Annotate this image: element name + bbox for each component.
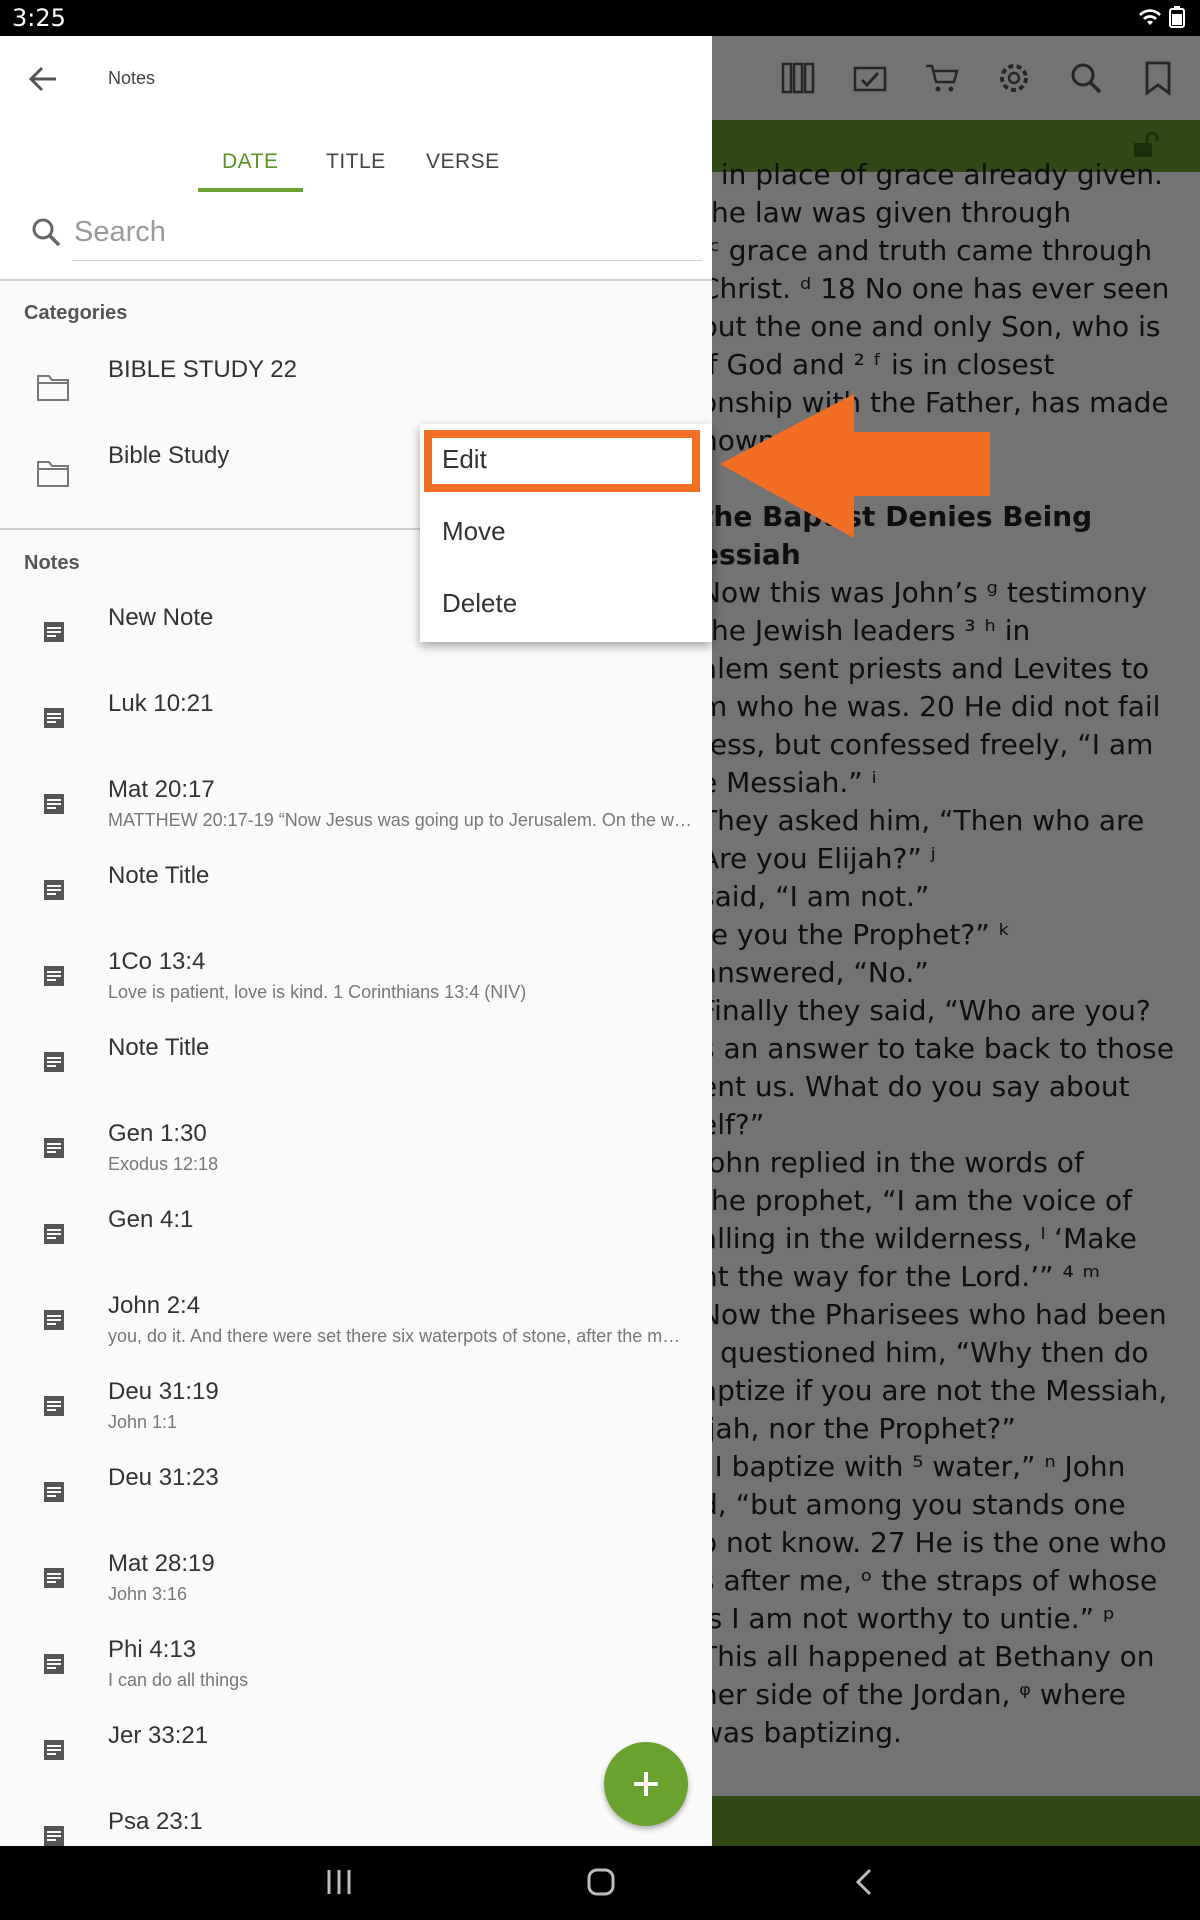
note-preview: you, do it. And there were set there six…	[108, 1326, 681, 1346]
note-title: Jer 33:21	[108, 1722, 209, 1749]
back-arrow-icon[interactable]	[26, 62, 60, 96]
note-icon	[44, 708, 64, 728]
note-icon	[44, 622, 64, 642]
note-icon	[44, 966, 64, 986]
status-bar: 3:25	[0, 0, 1200, 36]
note-icon	[44, 1482, 64, 1502]
note-preview: MATTHEW 20:17-19 “Now Jesus was going up…	[108, 810, 692, 830]
system-nav-bar	[0, 1846, 1200, 1920]
tab-verse[interactable]: VERSE	[426, 150, 500, 174]
note-item[interactable]: Deu 31:23	[0, 1464, 712, 1550]
menu-item-delete[interactable]: Delete	[442, 588, 517, 619]
note-preview: John 1:1	[108, 1412, 178, 1432]
notes-heading: Notes	[24, 552, 80, 574]
note-title: Mat 20:17	[108, 776, 215, 803]
search-icon	[32, 218, 61, 247]
note-icon	[44, 1138, 64, 1158]
folder-icon	[37, 375, 69, 401]
sort-tabs: DATE TITLE VERSE	[0, 136, 712, 192]
recents-icon[interactable]	[324, 1866, 354, 1898]
edit-highlight-box	[424, 430, 700, 492]
note-icon	[44, 1654, 64, 1674]
home-icon[interactable]	[586, 1866, 616, 1898]
note-preview: Exodus 12:18	[108, 1154, 219, 1174]
note-item[interactable]: Luk 10:21	[0, 690, 712, 776]
note-title: New Note	[108, 604, 214, 631]
search-input[interactable]	[72, 210, 696, 254]
note-title: Phi 4:13	[108, 1636, 197, 1663]
note-title: 1Co 13:4	[108, 948, 206, 975]
note-preview: Love is patient, love is kind. 1 Corinth…	[108, 982, 527, 1002]
note-title: Mat 28:19	[108, 1550, 215, 1577]
note-item[interactable]: Note Title	[0, 1034, 712, 1120]
note-preview: I can do all things	[108, 1670, 249, 1690]
note-icon	[44, 1396, 64, 1416]
note-item[interactable]: Note Title	[0, 862, 712, 948]
notes-drawer: Notes DATE TITLE VERSE Categories BIBLE …	[0, 36, 712, 1846]
annotation-arrow-icon	[720, 394, 990, 538]
note-icon	[44, 794, 64, 814]
note-title: Deu 31:23	[108, 1464, 219, 1491]
categories-heading: Categories	[24, 302, 128, 324]
note-title: Note Title	[108, 862, 210, 889]
note-preview: John 3:16	[108, 1584, 188, 1604]
drawer-header: Notes DATE TITLE VERSE	[0, 36, 712, 192]
divider	[0, 279, 712, 281]
note-item[interactable]: Deu 31:19 John 1:1	[0, 1378, 712, 1464]
note-item[interactable]: Psa 23:1	[0, 1808, 712, 1846]
note-item[interactable]: Mat 20:17 MATTHEW 20:17-19 “Now Jesus was…	[0, 776, 712, 862]
tab-date[interactable]: DATE	[222, 150, 278, 174]
category-label: BIBLE STUDY 22	[108, 356, 297, 383]
note-icon	[44, 1310, 64, 1330]
note-title: John 2:4	[108, 1292, 201, 1319]
note-item[interactable]: 1Co 13:4 Love is patient, love is kind. 1…	[0, 948, 712, 1034]
note-item[interactable]: Gen 4:1	[0, 1206, 712, 1292]
add-note-button[interactable]	[604, 1742, 688, 1826]
note-title: Psa 23:1	[108, 1808, 203, 1835]
note-title: Note Title	[108, 1034, 210, 1061]
search-bar	[0, 192, 712, 280]
folder-icon	[37, 461, 69, 487]
menu-item-move[interactable]: Move	[442, 516, 506, 547]
note-icon	[44, 1568, 64, 1588]
status-time: 3:25	[12, 4, 66, 32]
note-item[interactable]: Gen 1:30 Exodus 12:18	[0, 1120, 712, 1206]
note-icon	[44, 1224, 64, 1244]
system-icons	[1138, 6, 1186, 28]
wifi-icon	[1139, 9, 1161, 25]
note-icon	[44, 1052, 64, 1072]
note-title: Deu 31:19	[108, 1378, 219, 1405]
battery-icon	[1169, 6, 1185, 28]
note-icon	[44, 880, 64, 900]
tab-title[interactable]: TITLE	[326, 150, 386, 174]
search-underline	[72, 260, 702, 261]
note-item[interactable]: John 2:4 you, do it. And there were set t…	[0, 1292, 712, 1378]
note-icon	[44, 1826, 64, 1846]
note-title: Gen 1:30	[108, 1120, 207, 1147]
category-label: Bible Study	[108, 442, 230, 469]
note-icon	[44, 1740, 64, 1760]
note-item[interactable]: Phi 4:13 I can do all things	[0, 1636, 712, 1722]
note-title: Luk 10:21	[108, 690, 214, 717]
drawer-title: Notes	[108, 68, 156, 88]
back-icon[interactable]	[852, 1866, 876, 1898]
note-item[interactable]: Mat 28:19 John 3:16	[0, 1550, 712, 1636]
note-title: Gen 4:1	[108, 1206, 194, 1233]
